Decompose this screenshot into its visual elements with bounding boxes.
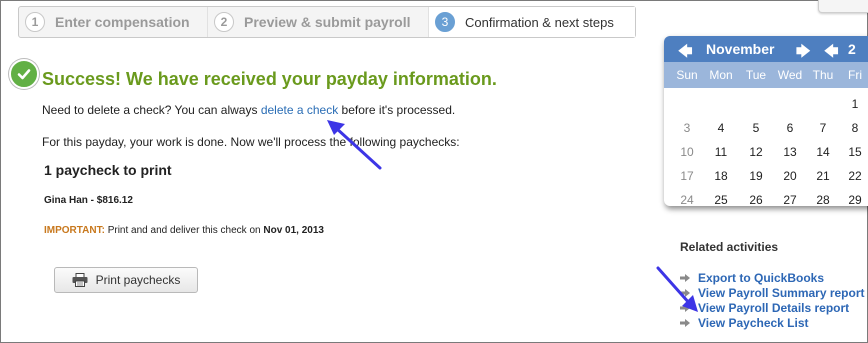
- payee-amount: Gina Han - $816.12: [44, 195, 133, 206]
- weekday-label: Sun: [676, 68, 698, 82]
- success-headline: Success! We have received your payday in…: [42, 69, 497, 89]
- delete-suffix: before it's processed.: [338, 103, 456, 117]
- calendar-day[interactable]: 19: [741, 169, 771, 183]
- weekday-label: Fri: [848, 68, 862, 82]
- calendar-day[interactable]: 17: [672, 169, 702, 183]
- related-link-label: Export to QuickBooks: [698, 271, 825, 285]
- calendar-day[interactable]: 10: [672, 145, 702, 159]
- delete-prefix: Need to delete a check? You can always: [42, 103, 261, 117]
- related-link-label: View Payroll Summary report: [698, 286, 865, 300]
- calendar-day[interactable]: 8: [840, 121, 868, 135]
- calendar-day[interactable]: 3: [672, 121, 702, 135]
- calendar-day[interactable]: 21: [808, 169, 838, 183]
- top-right-tab[interactable]: [818, 0, 868, 13]
- payroll-summary-link[interactable]: View Payroll Summary report: [680, 286, 865, 300]
- calendar-day[interactable]: 6: [775, 121, 805, 135]
- weekday-label: Thu: [812, 68, 834, 82]
- calendar-week: 17 18 19 20 21 22: [664, 164, 868, 188]
- step-confirmation[interactable]: 3 Confirmation & next steps: [428, 7, 635, 37]
- calendar-day[interactable]: 20: [775, 169, 805, 183]
- delete-check-text: Need to delete a check? You can always d…: [42, 103, 455, 117]
- print-button-label: Print paychecks: [95, 273, 181, 287]
- weekday-label: Tue: [745, 68, 767, 82]
- calendar-day[interactable]: 24: [672, 193, 702, 206]
- calendar-day[interactable]: 28: [808, 193, 838, 206]
- calendar-day[interactable]: 1: [840, 97, 868, 111]
- step-preview-submit[interactable]: 2 Preview & submit payroll: [207, 7, 428, 37]
- calendar-month: November: [706, 41, 775, 57]
- calendar-day[interactable]: 22: [840, 169, 868, 183]
- calendar-day[interactable]: 12: [741, 145, 771, 159]
- payroll-details-link[interactable]: View Payroll Details report: [680, 301, 849, 315]
- calendar-day[interactable]: 29: [840, 193, 868, 206]
- calendar-widget: 🡄 November 🡆 🡄 2 Sun Mon Tue Wed Thu Fri…: [664, 36, 868, 206]
- success-check-icon: [9, 59, 39, 89]
- calendar-day[interactable]: 26: [741, 193, 771, 206]
- calendar-day[interactable]: 15: [840, 145, 868, 159]
- export-quickbooks-link[interactable]: Export to QuickBooks: [680, 271, 824, 285]
- step-enter-compensation[interactable]: 1 Enter compensation: [19, 7, 207, 37]
- calendar-day[interactable]: 7: [808, 121, 838, 135]
- progress-steps: 1 Enter compensation 2 Preview & submit …: [18, 6, 636, 38]
- calendar-day[interactable]: 4: [706, 121, 736, 135]
- calendar-week: 24 25 26 27 28 29: [664, 188, 868, 206]
- work-done-text: For this payday, your work is done. Now …: [42, 135, 460, 149]
- weekday-label: Mon: [709, 68, 733, 82]
- calendar-week: 1: [664, 92, 868, 116]
- calendar-year: 2: [848, 41, 856, 57]
- calendar-day[interactable]: 25: [706, 193, 736, 206]
- printer-icon: [72, 273, 88, 287]
- arrow-right-icon: [680, 289, 690, 297]
- step-number: 2: [214, 12, 234, 32]
- arrow-right-icon: [680, 274, 690, 282]
- calendar-weekdays: Sun Mon Tue Wed Thu Fri: [664, 62, 868, 88]
- related-link-label: View Paycheck List: [698, 316, 809, 330]
- arrow-right-icon: [680, 319, 690, 327]
- related-activities-title: Related activities: [680, 240, 779, 254]
- step-label: Preview & submit payroll: [244, 14, 411, 30]
- calendar-day[interactable]: 13: [775, 145, 805, 159]
- calendar-day[interactable]: 18: [706, 169, 736, 183]
- calendar-day[interactable]: 11: [706, 145, 736, 159]
- arrow-right-icon: [680, 304, 690, 312]
- delete-check-link[interactable]: delete a check: [261, 103, 338, 117]
- paycheck-list-link[interactable]: View Paycheck List: [680, 316, 809, 330]
- calendar-day[interactable]: 27: [775, 193, 805, 206]
- related-link-label: View Payroll Details report: [698, 301, 850, 315]
- calendar-week: 10 11 12 13 14 15: [664, 140, 868, 164]
- step-label: Confirmation & next steps: [465, 14, 614, 30]
- important-label: IMPORTANT:: [44, 225, 105, 236]
- print-paychecks-button[interactable]: Print paychecks: [54, 267, 198, 293]
- calendar-header: 🡄 November 🡆 🡄 2: [664, 36, 868, 62]
- paycheck-count: 1 paycheck to print: [44, 162, 172, 178]
- important-text: Print and and deliver this check on: [104, 225, 264, 236]
- calendar-day[interactable]: 5: [741, 121, 771, 135]
- important-date: Nov 01, 2013: [263, 225, 324, 236]
- calendar-day[interactable]: 14: [808, 145, 838, 159]
- calendar-week: 3 4 5 6 7 8: [664, 116, 868, 140]
- weekday-label: Wed: [777, 68, 803, 82]
- step-number: 3: [435, 12, 455, 32]
- step-label: Enter compensation: [55, 14, 190, 30]
- important-note: IMPORTANT: Print and and deliver this ch…: [44, 224, 344, 237]
- step-number: 1: [25, 12, 45, 32]
